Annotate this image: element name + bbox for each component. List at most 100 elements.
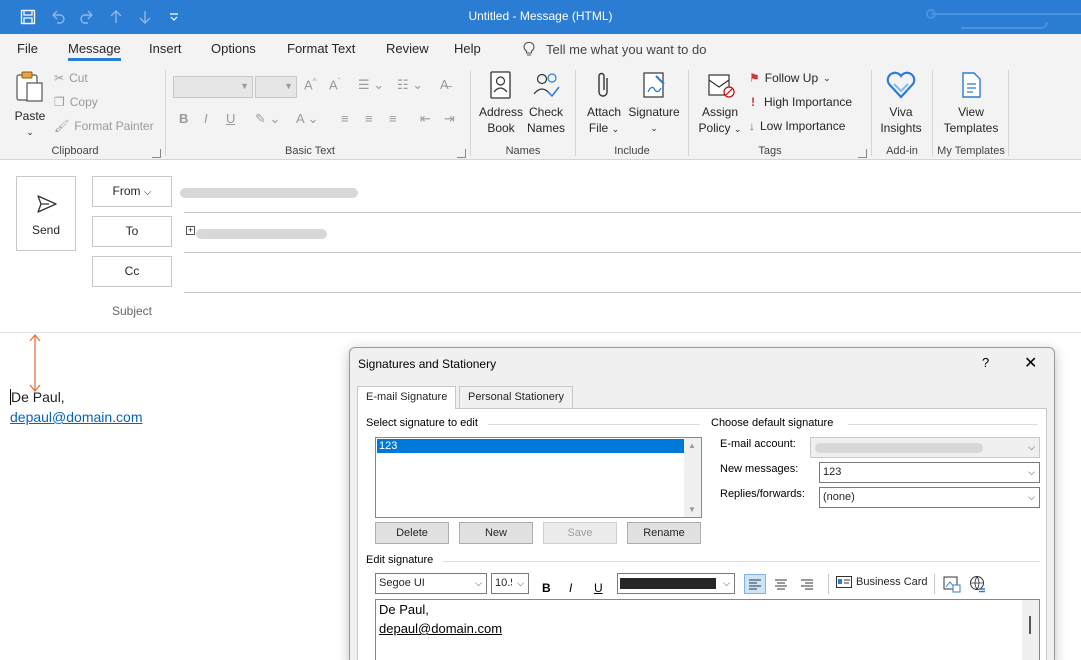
- attach-file-button[interactable]: Attach File ⌄: [583, 70, 625, 137]
- align-center-icon[interactable]: ≡: [365, 111, 373, 126]
- chevron-down-icon: ⌵: [1028, 442, 1035, 452]
- format-painter-button[interactable]: 🖌 Format Painter: [54, 119, 154, 133]
- tab-personal-stationery[interactable]: Personal Stationery: [459, 386, 573, 408]
- bold-icon[interactable]: B: [542, 581, 551, 595]
- font-color-icon[interactable]: A ⌄: [296, 111, 318, 127]
- tab-message[interactable]: Message: [68, 41, 121, 61]
- scroll-thumb[interactable]: [1029, 616, 1031, 634]
- insert-picture-icon[interactable]: [943, 575, 961, 593]
- high-importance-button[interactable]: ! High Importance: [751, 95, 852, 109]
- rename-button[interactable]: Rename: [627, 522, 701, 544]
- align-center-icon[interactable]: [774, 578, 788, 590]
- signature-dropdown-icon[interactable]: ⌄: [627, 120, 681, 136]
- font-size-combo[interactable]: ▼: [255, 76, 297, 98]
- editor-scrollbar[interactable]: [1022, 600, 1039, 660]
- editor-email-link[interactable]: depaul@domain.com: [379, 621, 502, 636]
- paste-dropdown-icon[interactable]: ⌄: [12, 124, 48, 140]
- business-card-button[interactable]: Business Card: [836, 576, 928, 588]
- delete-button[interactable]: Delete: [375, 522, 449, 544]
- tab-insert[interactable]: Insert: [149, 41, 182, 56]
- insert-hyperlink-icon[interactable]: [969, 575, 987, 593]
- replies-forwards-select[interactable]: (none) ⌵: [819, 487, 1040, 508]
- signature-button[interactable]: Signature ⌄: [627, 70, 681, 136]
- check-names-button[interactable]: Check Names: [524, 70, 568, 136]
- font-size-select[interactable]: 10.5 ⌵: [491, 573, 529, 594]
- attach-label-2: File ⌄: [588, 121, 620, 135]
- font-color-select[interactable]: ⌵: [617, 573, 735, 594]
- align-left-icon[interactable]: [744, 574, 766, 594]
- grow-font-icon[interactable]: A^: [304, 77, 316, 92]
- high-importance-label: High Importance: [764, 95, 853, 109]
- new-button[interactable]: New: [459, 522, 533, 544]
- clipboard-launcher-icon[interactable]: [152, 149, 161, 158]
- tab-help[interactable]: Help: [454, 41, 481, 56]
- address-book-button[interactable]: Address Book: [478, 70, 524, 136]
- numbering-icon[interactable]: ☷ ⌄: [397, 77, 423, 93]
- cc-button[interactable]: Cc: [92, 256, 172, 287]
- shrink-font-icon[interactable]: Aˇ: [329, 77, 340, 92]
- low-importance-button[interactable]: ↓ Low Importance: [749, 119, 845, 133]
- bullets-icon[interactable]: ☰ ⌄: [358, 77, 384, 93]
- view-templates-icon: [962, 72, 981, 98]
- tab-review[interactable]: Review: [386, 41, 429, 56]
- tab-email-signature[interactable]: E-mail Signature: [357, 386, 457, 409]
- address-book-icon: [490, 71, 511, 99]
- tab-format-text[interactable]: Format Text: [287, 41, 355, 56]
- group-separator: [932, 70, 933, 156]
- scroll-down-icon[interactable]: ▼: [688, 505, 696, 514]
- toolbar-separator: [934, 574, 935, 594]
- signature-list[interactable]: 123 ▲ ▼: [375, 437, 702, 518]
- copy-label: Copy: [69, 95, 98, 109]
- list-item[interactable]: 123: [377, 439, 684, 453]
- font-name-combo[interactable]: ▼: [173, 76, 253, 98]
- align-left-icon[interactable]: ≡: [341, 111, 349, 126]
- list-scrollbar[interactable]: ▲ ▼: [684, 438, 701, 517]
- divider: [184, 212, 1081, 213]
- basic-text-launcher-icon[interactable]: [457, 149, 466, 158]
- email-account-redacted: [815, 443, 983, 453]
- increase-indent-icon[interactable]: ⇥: [444, 111, 455, 127]
- body-line-1[interactable]: De Paul,: [10, 389, 65, 405]
- body-divider: [0, 332, 1081, 333]
- copy-button[interactable]: ❐ Copy: [54, 95, 98, 109]
- scroll-up-icon[interactable]: ▲: [688, 441, 696, 450]
- cut-button[interactable]: ✂ Cut: [54, 71, 88, 85]
- tell-me-box[interactable]: Tell me what you want to do: [522, 41, 706, 57]
- new-messages-select[interactable]: 123 ⌵: [819, 462, 1040, 483]
- window-title: Untitled - Message (HTML): [468, 9, 613, 23]
- tags-launcher-icon[interactable]: [858, 149, 867, 158]
- decrease-indent-icon[interactable]: ⇤: [420, 111, 431, 127]
- send-button[interactable]: Send: [16, 176, 76, 251]
- help-button[interactable]: ?: [982, 355, 989, 370]
- italic-icon[interactable]: I: [204, 111, 208, 126]
- signature-editor[interactable]: De Paul, depaul@domain.com: [375, 599, 1040, 660]
- follow-up-button[interactable]: ⚑ Follow Up ⌄: [749, 71, 831, 85]
- align-right-icon[interactable]: ≡: [389, 111, 397, 126]
- view-templates-button[interactable]: View Templates: [940, 70, 1002, 136]
- font-select[interactable]: Segoe UI ⌵: [375, 573, 487, 594]
- email-account-select[interactable]: ⌵: [810, 437, 1040, 458]
- assign-policy-icon: [708, 74, 735, 98]
- paste-button[interactable]: Paste ⌄: [12, 70, 48, 140]
- body-email-link[interactable]: depaul@domain.com: [10, 409, 143, 425]
- bold-icon[interactable]: B: [179, 111, 188, 126]
- assign-policy-button[interactable]: Assign Policy ⌄: [696, 70, 744, 137]
- tab-options[interactable]: Options: [211, 41, 256, 56]
- clear-formatting-icon[interactable]: A̶: [440, 77, 449, 92]
- highlight-icon[interactable]: ✎ ⌄: [255, 111, 280, 127]
- from-button[interactable]: From ⌵: [92, 176, 172, 207]
- tab-file[interactable]: File: [17, 41, 38, 56]
- align-right-icon[interactable]: [800, 578, 814, 590]
- italic-icon[interactable]: I: [569, 581, 572, 595]
- underline-icon[interactable]: U: [226, 111, 235, 126]
- save-button[interactable]: Save: [543, 522, 617, 544]
- close-icon[interactable]: ✕: [1024, 353, 1037, 373]
- underline-icon[interactable]: U: [594, 581, 603, 595]
- scissors-icon: ✂: [54, 71, 65, 85]
- format-painter-label: Format Painter: [74, 119, 154, 133]
- viva-insights-button[interactable]: Viva Insights: [878, 70, 924, 136]
- arrow-down-icon: ↓: [749, 119, 755, 133]
- expand-icon[interactable]: +: [186, 226, 195, 235]
- exclamation-icon: !: [751, 95, 755, 109]
- to-button[interactable]: To: [92, 216, 172, 247]
